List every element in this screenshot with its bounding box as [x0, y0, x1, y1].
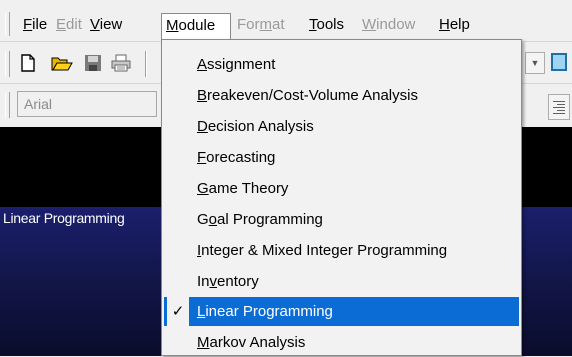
new-document-icon[interactable]: [19, 54, 37, 72]
menu-item-integer-programming[interactable]: Integer & Mixed Integer Programming: [164, 236, 519, 265]
font-name-select[interactable]: Arial: [17, 91, 157, 117]
menu-item-goal-programming[interactable]: Goal Programming: [164, 205, 519, 234]
menu-item-breakeven[interactable]: Breakeven/Cost-Volume Analysis: [164, 81, 519, 110]
menu-item-label: Markov Analysis: [197, 334, 306, 351]
menu-item-decision-analysis[interactable]: Decision Analysis: [164, 112, 519, 141]
workspace-module-label: Linear Programming: [3, 210, 125, 226]
menu-item-label: Game Theory: [197, 180, 289, 197]
menu-item-linear-programming[interactable]: ✓ Linear Programming: [164, 297, 519, 326]
toolbar-grip[interactable]: [5, 51, 10, 77]
menu-format[interactable]: Format: [233, 15, 289, 37]
menu-item-forecasting[interactable]: Forecasting: [164, 143, 519, 172]
menu-item-label: Goal Programming: [197, 211, 323, 228]
toolbar-dropdown-arrow[interactable]: ▼: [525, 52, 545, 74]
menu-file[interactable]: File: [19, 15, 51, 37]
menu-item-label: Linear Programming: [197, 303, 333, 320]
menu-bar: File Edit View Module Format Tools Windo…: [0, 0, 572, 41]
formatbar-grip[interactable]: [5, 92, 10, 118]
print-icon[interactable]: [110, 54, 132, 72]
menu-help[interactable]: Help: [435, 15, 474, 37]
menu-item-markov-analysis[interactable]: Markov Analysis: [164, 328, 519, 357]
menu-module[interactable]: Module: [161, 13, 231, 39]
menu-item-label: Breakeven/Cost-Volume Analysis: [197, 87, 418, 104]
menu-item-label: Assignment: [197, 56, 276, 73]
menu-item-label: Decision Analysis: [197, 118, 314, 135]
window-icon[interactable]: [551, 53, 567, 71]
toolbar-separator: [145, 51, 147, 77]
menubar-grip[interactable]: [5, 12, 10, 36]
menu-view[interactable]: View: [86, 15, 126, 37]
menu-window[interactable]: Window: [358, 15, 419, 37]
menu-item-inventory[interactable]: Inventory: [164, 267, 519, 296]
checkmark-icon: ✓: [167, 297, 189, 326]
menu-item-label: Integer & Mixed Integer Programming: [197, 242, 448, 259]
menu-item-assignment[interactable]: Assignment: [164, 50, 519, 79]
menu-item-label: Forecasting: [197, 149, 276, 166]
menu-tools[interactable]: Tools: [305, 15, 348, 37]
open-folder-icon[interactable]: [51, 54, 73, 72]
align-right-button[interactable]: [548, 94, 570, 120]
menu-edit[interactable]: Edit: [52, 15, 86, 37]
menu-item-label: Inventory: [197, 273, 259, 290]
module-dropdown-menu: Assignment Breakeven/Cost-Volume Analysi…: [161, 39, 522, 356]
save-disk-icon[interactable]: [84, 54, 102, 72]
menu-item-game-theory[interactable]: Game Theory: [164, 174, 519, 203]
